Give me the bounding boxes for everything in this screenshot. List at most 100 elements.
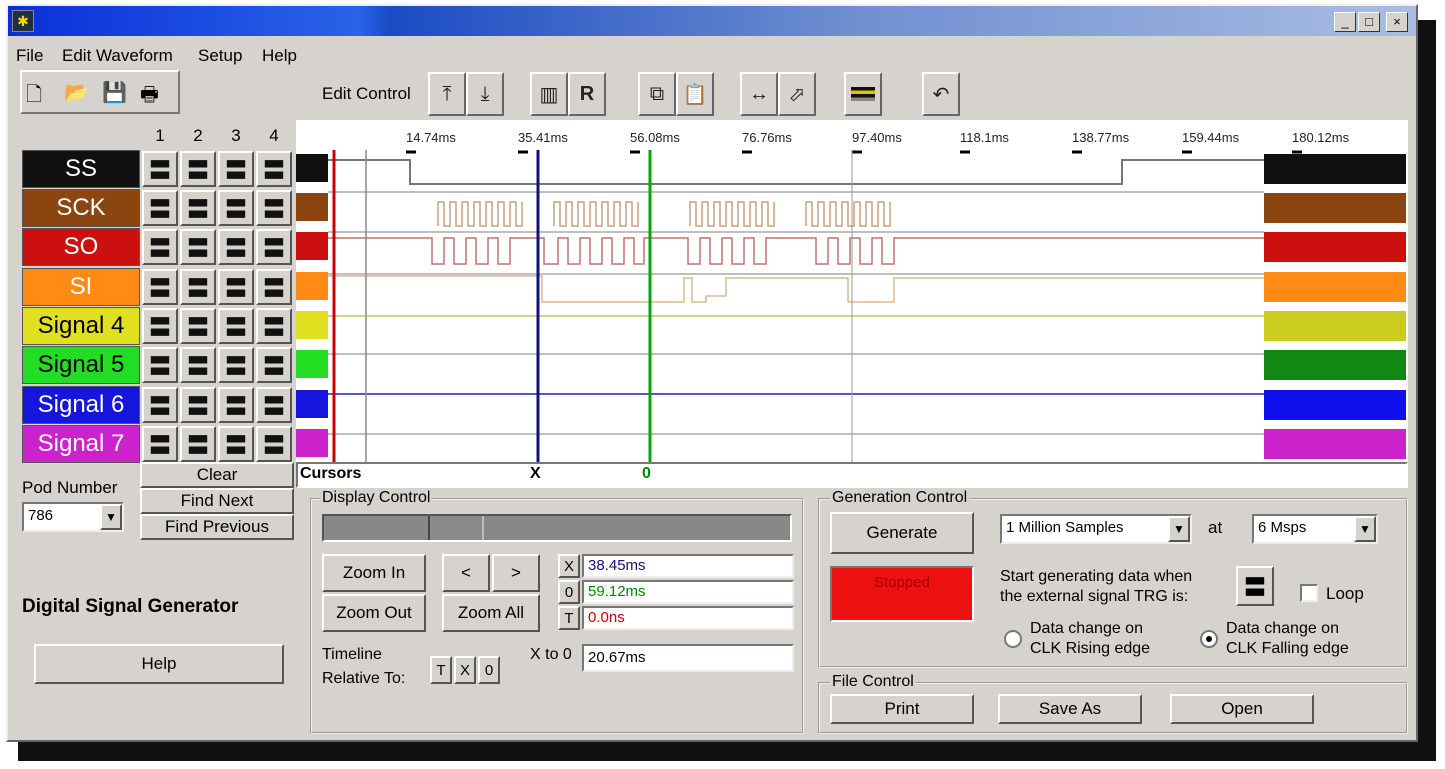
- scroll-right-button[interactable]: >: [492, 554, 540, 592]
- pattern-cell-button[interactable]: 〓: [218, 151, 254, 187]
- cursor-x-value[interactable]: 38.45ms: [582, 554, 794, 578]
- print-button[interactable]: Print: [830, 694, 974, 724]
- cursor-o-button[interactable]: 0: [558, 580, 580, 604]
- pattern-cell-button[interactable]: 〓: [142, 229, 178, 265]
- overview-thumb[interactable]: [428, 516, 484, 540]
- cursor-x-button[interactable]: X: [558, 554, 580, 578]
- zoom-all-button[interactable]: Zoom All: [442, 594, 540, 632]
- signal-color-swatch[interactable]: [1264, 390, 1406, 420]
- signal-label[interactable]: SS: [22, 150, 140, 188]
- cursor-x-marker[interactable]: X: [530, 465, 541, 483]
- copy-icon[interactable]: ⧉: [638, 72, 676, 116]
- cursor-o-marker[interactable]: 0: [642, 465, 651, 483]
- signal-label[interactable]: Signal 7: [22, 425, 140, 463]
- pattern-cell-button[interactable]: 〓: [180, 347, 216, 383]
- falling-edge-radio[interactable]: [1200, 630, 1218, 648]
- pattern-cell-button[interactable]: 〓: [256, 308, 292, 344]
- record-icon[interactable]: R: [568, 72, 606, 116]
- samples-select[interactable]: 1 Million Samples ▼: [1000, 514, 1192, 544]
- pattern-cell-button[interactable]: 〓: [256, 269, 292, 305]
- pattern-cell-button[interactable]: 〓: [256, 387, 292, 423]
- signal-color-swatch[interactable]: [1264, 350, 1406, 380]
- signal-label[interactable]: SO: [22, 228, 140, 266]
- waveform-display[interactable]: [296, 120, 1408, 464]
- pattern-cell-button[interactable]: 〓: [180, 190, 216, 226]
- generate-button[interactable]: Generate: [830, 512, 974, 554]
- move-down-icon[interactable]: ⤓: [466, 72, 504, 116]
- save-icon[interactable]: 💾: [102, 80, 127, 105]
- pattern-cell-button[interactable]: 〓: [218, 426, 254, 462]
- pattern-cell-button[interactable]: 〓: [256, 347, 292, 383]
- minimize-button[interactable]: _: [1334, 12, 1356, 32]
- find-next-button[interactable]: Find Next: [140, 488, 294, 514]
- signal-color-swatch[interactable]: [1264, 232, 1406, 262]
- pattern-cell-button[interactable]: 〓: [218, 308, 254, 344]
- pattern-cell-button[interactable]: 〓: [256, 190, 292, 226]
- stretch-icon[interactable]: ↔: [740, 72, 778, 116]
- signal-label[interactable]: SI: [22, 268, 140, 306]
- new-file-icon[interactable]: 🗋: [26, 80, 42, 114]
- pattern-cell-button[interactable]: 〓: [218, 190, 254, 226]
- zoom-out-button[interactable]: Zoom Out: [322, 594, 426, 632]
- loop-checkbox[interactable]: [1300, 584, 1318, 602]
- rate-select[interactable]: 6 Msps ▼: [1252, 514, 1378, 544]
- signal-label[interactable]: Signal 4: [22, 307, 140, 345]
- maximize-button[interactable]: □: [1358, 12, 1380, 32]
- save-as-button[interactable]: Save As: [998, 694, 1142, 724]
- title-bar[interactable]: ✱ _ □ ×: [8, 6, 1416, 36]
- relative-x-button[interactable]: X: [454, 656, 476, 684]
- help-button[interactable]: Help: [34, 644, 284, 684]
- close-button[interactable]: ×: [1386, 12, 1408, 32]
- pattern-cell-button[interactable]: 〓: [180, 426, 216, 462]
- signal-color-swatch[interactable]: [1264, 154, 1406, 184]
- cursor-o-value[interactable]: 59.12ms: [582, 580, 794, 604]
- signal-label[interactable]: Signal 6: [22, 386, 140, 424]
- scroll-left-button[interactable]: <: [442, 554, 490, 592]
- x-to-o-value[interactable]: 20.67ms: [582, 644, 794, 672]
- relative-o-button[interactable]: 0: [478, 656, 500, 684]
- pointer-icon[interactable]: ⬀: [778, 72, 816, 116]
- signal-color-swatch[interactable]: [1264, 429, 1406, 459]
- signal-color-swatch[interactable]: [1264, 272, 1406, 302]
- menu-help[interactable]: Help: [262, 46, 297, 66]
- signal-color-swatch[interactable]: [1264, 193, 1406, 223]
- pattern-cell-button[interactable]: 〓: [180, 308, 216, 344]
- zoom-in-button[interactable]: Zoom In: [322, 554, 426, 592]
- pattern-cell-button[interactable]: 〓: [142, 308, 178, 344]
- pattern-cell-button[interactable]: 〓: [218, 229, 254, 265]
- pattern-cell-button[interactable]: 〓: [142, 347, 178, 383]
- print-icon[interactable]: 🖶: [140, 80, 159, 114]
- rising-edge-radio[interactable]: [1004, 630, 1022, 648]
- signal-label[interactable]: Signal 5: [22, 346, 140, 384]
- pattern-cell-button[interactable]: 〓: [142, 151, 178, 187]
- pattern-cell-button[interactable]: 〓: [180, 229, 216, 265]
- pattern-cell-button[interactable]: 〓: [142, 426, 178, 462]
- cursors-bar[interactable]: Cursors X 0: [296, 462, 1408, 488]
- menu-edit-waveform[interactable]: Edit Waveform: [62, 46, 173, 66]
- chevron-down-icon[interactable]: ▼: [1168, 516, 1190, 542]
- pattern-cell-button[interactable]: 〓: [256, 151, 292, 187]
- pattern-cell-button[interactable]: 〓: [142, 387, 178, 423]
- pattern-cell-button[interactable]: 〓: [142, 269, 178, 305]
- undo-icon[interactable]: ↶: [922, 72, 960, 116]
- chevron-down-icon[interactable]: ▼: [100, 504, 122, 530]
- pattern-cell-button[interactable]: 〓: [142, 190, 178, 226]
- pattern-cell-button[interactable]: 〓: [218, 387, 254, 423]
- pattern-cell-button[interactable]: 〓: [218, 269, 254, 305]
- paste-icon[interactable]: 📋: [676, 72, 714, 116]
- clear-button[interactable]: Clear: [140, 462, 294, 488]
- pattern-cell-button[interactable]: 〓: [218, 347, 254, 383]
- overview-scrollbar[interactable]: [322, 514, 792, 542]
- open-folder-icon[interactable]: 📂: [64, 80, 89, 105]
- relative-t-button[interactable]: T: [430, 656, 452, 684]
- find-previous-button[interactable]: Find Previous: [140, 514, 294, 540]
- pattern-cell-button[interactable]: 〓: [180, 387, 216, 423]
- pattern-cell-button[interactable]: 〓: [180, 151, 216, 187]
- trigger-level-button[interactable]: 〓: [1236, 566, 1274, 606]
- color-lines-icon[interactable]: [844, 72, 882, 116]
- pattern-cell-button[interactable]: 〓: [256, 426, 292, 462]
- menu-file[interactable]: File: [16, 46, 43, 66]
- measure-icon[interactable]: ▥: [530, 72, 568, 116]
- signal-color-swatch[interactable]: [1264, 311, 1406, 341]
- pattern-cell-button[interactable]: 〓: [256, 229, 292, 265]
